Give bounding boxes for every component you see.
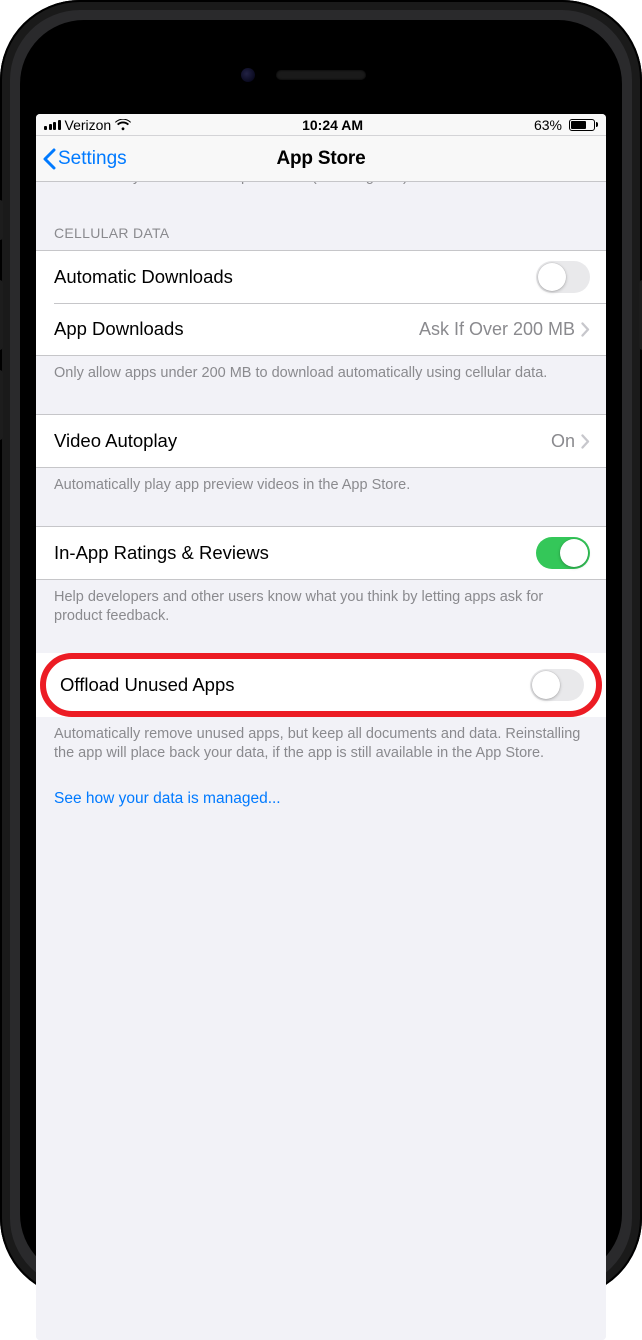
- row-label: Automatic Downloads: [54, 266, 536, 288]
- carrier-label: Verizon: [65, 117, 112, 133]
- cellular-signal-icon: [44, 120, 61, 130]
- chevron-right-icon: [581, 434, 590, 449]
- toggle-offload-unused-apps[interactable]: [530, 669, 584, 701]
- nav-title: App Store: [277, 148, 366, 170]
- battery-percent: 63%: [534, 117, 562, 133]
- row-video-autoplay[interactable]: Video Autoplay On: [36, 415, 606, 467]
- battery-icon: [566, 119, 598, 131]
- navigation-bar: Settings App Store: [36, 136, 606, 182]
- section-footer-offload: Automatically remove unused apps, but ke…: [36, 713, 606, 772]
- wifi-icon: [115, 119, 131, 131]
- section-footer-cellular: Only allow apps under 200 MB to download…: [36, 356, 606, 392]
- settings-scroll-view[interactable]: Automatically download new purchases (in…: [36, 182, 606, 1340]
- status-time: 10:24 AM: [302, 117, 363, 133]
- row-label: App Downloads: [54, 318, 419, 340]
- back-button[interactable]: Settings: [42, 136, 127, 181]
- row-offload-unused-apps[interactable]: Offload Unused Apps: [46, 659, 596, 711]
- chevron-right-icon: [581, 322, 590, 337]
- toggle-automatic-downloads[interactable]: [536, 261, 590, 293]
- status-bar: Verizon 10:24 AM 63%: [36, 114, 606, 136]
- annotation-highlight: Offload Unused Apps: [40, 653, 602, 717]
- row-app-downloads[interactable]: App Downloads Ask If Over 200 MB: [36, 303, 606, 355]
- chevron-left-icon: [42, 148, 56, 170]
- speaker-grille: [276, 70, 366, 80]
- row-label: Offload Unused Apps: [60, 674, 530, 696]
- row-automatic-downloads[interactable]: Automatic Downloads: [36, 251, 606, 303]
- row-in-app-ratings[interactable]: In-App Ratings & Reviews: [36, 527, 606, 579]
- row-detail: Ask If Over 200 MB: [419, 319, 575, 340]
- section-footer-video: Automatically play app preview videos in…: [36, 468, 606, 504]
- back-label: Settings: [58, 148, 127, 170]
- toggle-in-app-ratings[interactable]: [536, 537, 590, 569]
- row-label: In-App Ratings & Reviews: [54, 542, 536, 564]
- section-footer-ratings: Help developers and other users know wha…: [36, 580, 606, 635]
- front-camera: [241, 68, 255, 82]
- row-detail: On: [551, 431, 575, 452]
- section-footer-text: Automatically download new purchases (in…: [36, 182, 606, 196]
- link-data-managed[interactable]: See how your data is managed...: [36, 772, 606, 816]
- row-label: Video Autoplay: [54, 430, 551, 452]
- section-header-cellular: Cellular Data: [36, 196, 606, 251]
